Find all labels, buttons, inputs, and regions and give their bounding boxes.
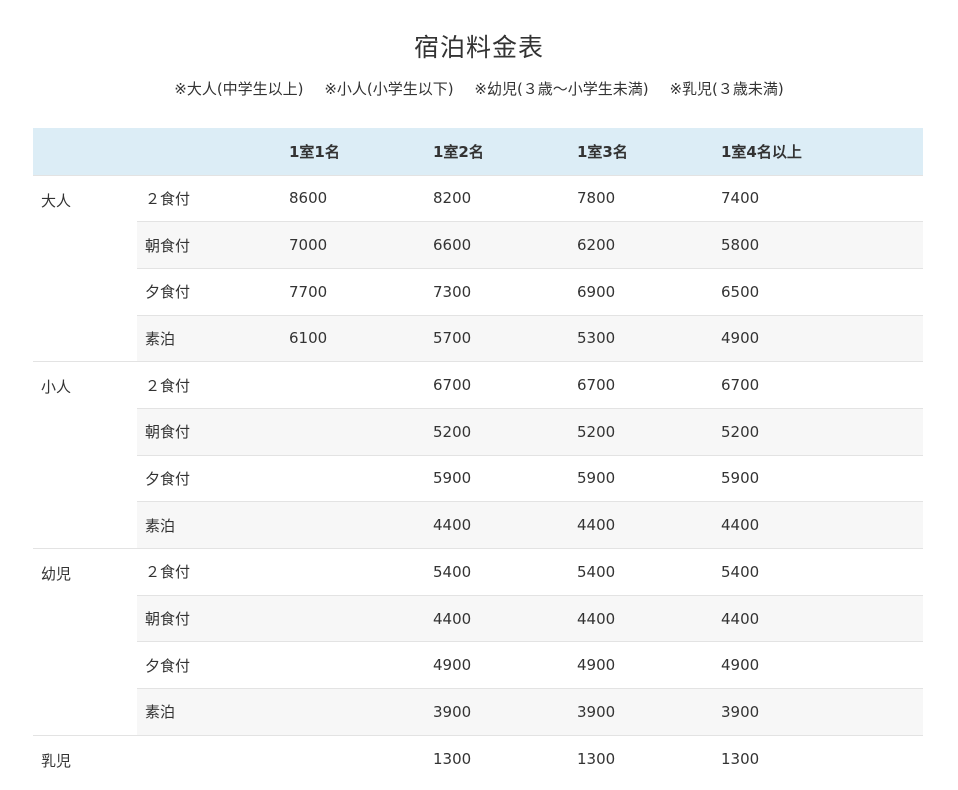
price-cell: 5200 [425,407,569,456]
price-cell: 6500 [713,267,923,316]
table-row: 朝食付 5200 5200 5200 [33,407,923,456]
price-cell: 7300 [425,267,569,316]
table-row: 夕食付 7700 7300 6900 6500 [33,267,923,316]
price-cell: 5900 [713,454,923,502]
table-row: 夕食付 5900 5900 5900 [33,454,923,502]
header-meal [137,128,281,175]
price-cell: 4400 [713,594,923,642]
meal-cell: 素泊 [137,314,281,362]
price-cell: 4900 [713,314,923,362]
price-cell: 4900 [569,641,713,689]
price-cell: 7400 [713,174,923,222]
price-cell: 4400 [569,501,713,549]
price-cell: 6200 [569,221,713,269]
price-cell: 8200 [425,174,569,222]
price-cell [281,594,425,642]
price-cell [281,548,425,596]
table-row: 素泊 4400 4400 4400 [33,501,923,549]
header-category [33,128,137,175]
price-cell: 6100 [281,314,425,362]
meal-cell: ２食付 [137,361,281,409]
price-table: 1室1名 1室2名 1室3名 1室4名以上 大人 ２食付 8600 8200 7… [33,128,923,782]
price-cell: 6700 [713,361,923,409]
price-cell [281,501,425,549]
price-cell: 6700 [569,361,713,409]
price-cell: 4900 [713,641,923,689]
meal-cell [137,734,281,782]
header-1-person: 1室1名 [289,142,340,161]
price-cell: 5200 [569,407,713,456]
price-cell: 3900 [713,688,923,736]
category-infant: 乳児 [33,734,137,782]
price-cell: 3900 [425,688,569,736]
meal-cell: ２食付 [137,548,281,596]
price-cell: 4400 [425,594,569,642]
price-cell [281,361,425,409]
price-cell: 4400 [569,594,713,642]
meal-cell: 朝食付 [137,407,281,456]
price-cell [281,688,425,736]
price-cell [281,734,425,782]
price-cell: 1300 [569,734,713,782]
price-cell [281,641,425,689]
meal-cell: 夕食付 [137,641,281,689]
price-cell: 5700 [425,314,569,362]
header-4-plus-persons: 1室4名以上 [721,142,802,161]
header-row: 1室1名 1室2名 1室3名 1室4名以上 [33,128,923,175]
price-cell: 1300 [713,734,923,782]
meal-cell: ２食付 [137,174,281,222]
price-table-header: 1室1名 1室2名 1室3名 1室4名以上 [33,128,923,175]
category-child: 小人 [33,361,137,549]
table-row: 朝食付 4400 4400 4400 [33,594,923,642]
table-row: 幼児 ２食付 5400 5400 5400 [33,548,923,736]
category-toddler: 幼児 [33,548,137,736]
table-row: 夕食付 4900 4900 4900 [33,641,923,689]
price-cell: 5200 [713,407,923,456]
table-row: 大人 ２食付 8600 8200 7800 7400 [33,174,923,362]
price-cell: 4400 [425,501,569,549]
price-cell: 7700 [281,267,425,316]
note-child: ※小人(小学生以下) [324,80,454,98]
price-cell: 5400 [569,548,713,596]
table-row: 素泊 6100 5700 5300 4900 [33,314,923,362]
price-cell: 4400 [713,501,923,549]
price-cell: 7800 [569,174,713,222]
price-cell: 5400 [425,548,569,596]
meal-cell: 素泊 [137,501,281,549]
price-cell [281,407,425,456]
table-row: 小人 ２食付 6700 6700 6700 [33,361,923,549]
price-cell: 5900 [569,454,713,502]
meal-cell: 朝食付 [137,221,281,269]
header-2-persons: 1室2名 [433,142,484,161]
price-cell: 4900 [425,641,569,689]
price-cell [281,454,425,502]
page-title: 宿泊料金表 [413,33,544,62]
price-cell: 5800 [713,221,923,269]
table-row: 素泊 3900 3900 3900 [33,688,923,736]
price-cell: 8600 [281,174,425,222]
note-toddler: ※幼児(３歳〜小学生未満) [474,80,649,98]
header-3-persons: 1室3名 [577,142,628,161]
price-cell: 7000 [281,221,425,269]
meal-cell: 素泊 [137,688,281,736]
table-row: 朝食付 7000 6600 6200 5800 [33,221,923,269]
price-cell: 5400 [713,548,923,596]
price-cell: 5300 [569,314,713,362]
meal-cell: 朝食付 [137,594,281,642]
category-adult: 大人 [33,174,137,362]
price-table-body: 大人 ２食付 8600 8200 7800 7400 朝食付 7000 6600… [33,174,923,782]
price-cell: 5900 [425,454,569,502]
price-cell: 1300 [425,734,569,782]
price-cell: 6900 [569,267,713,316]
note-infant: ※乳児(３歳未満) [669,80,784,98]
age-notes: ※大人(中学生以上) ※小人(小学生以下) ※幼児(３歳〜小学生未満) ※乳児(… [0,78,958,99]
price-cell: 3900 [569,688,713,736]
meal-cell: 夕食付 [137,267,281,316]
note-adult: ※大人(中学生以上) [174,80,304,98]
meal-cell: 夕食付 [137,454,281,502]
price-cell: 6600 [425,221,569,269]
table-row: 乳児 1300 1300 1300 [33,734,923,782]
price-cell: 6700 [425,361,569,409]
